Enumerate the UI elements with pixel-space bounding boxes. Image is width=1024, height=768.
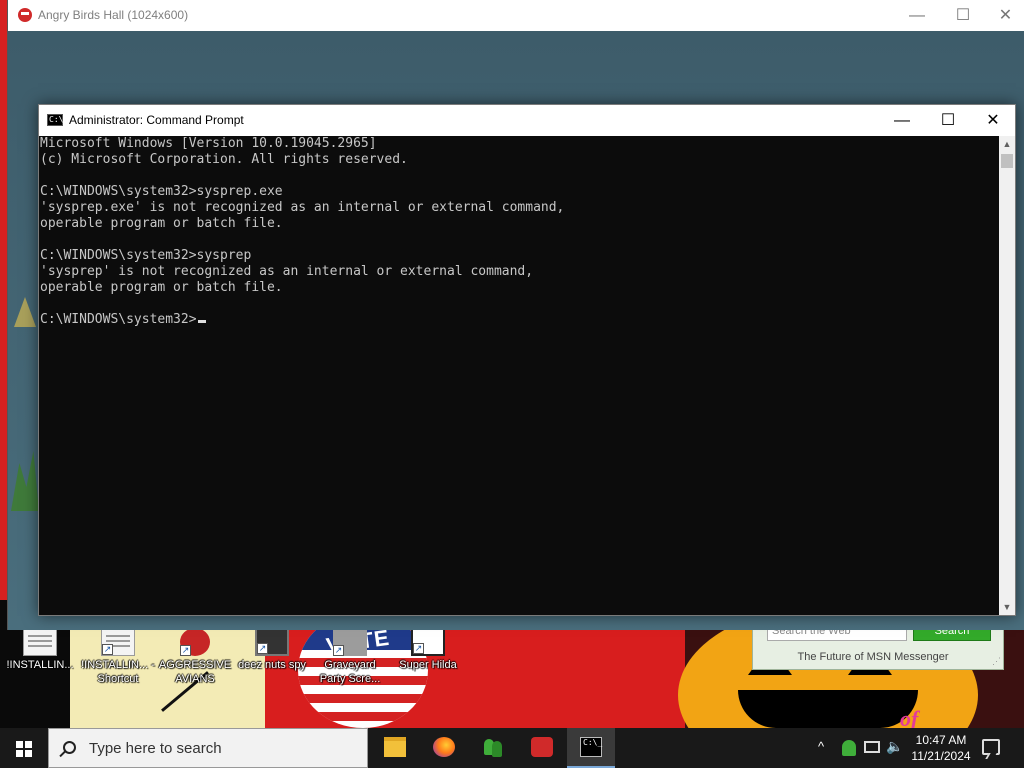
firefox-icon — [433, 737, 455, 757]
console-line: operable program or batch file. — [40, 216, 283, 231]
command-prompt-icon: C:\_ — [580, 737, 602, 757]
taskbar-search-placeholder: Type here to search — [89, 740, 222, 757]
cmd-console-output[interactable]: Microsoft Windows [Version 10.0.19045.29… — [39, 136, 999, 615]
document-icon — [23, 628, 57, 656]
app-icon: ↗ — [411, 628, 445, 656]
angry-birds-icon — [531, 737, 553, 757]
cmd-maximize-button[interactable]: ☐ — [925, 105, 971, 136]
taskbar-file-explorer[interactable] — [371, 728, 419, 768]
notification-center-icon[interactable] — [982, 739, 1000, 755]
desktop-icon-aggressive-avians[interactable]: ↗ AGGRESSIVE AVIANS — [155, 628, 235, 686]
msn-tagline: The Future of MSN Messenger — [797, 651, 949, 663]
network-icon[interactable] — [864, 741, 880, 753]
game-foliage — [11, 451, 39, 511]
desktop-icon-label: Graveyard Party Scre... — [319, 659, 381, 685]
taskbar-command-prompt[interactable]: C:\_ — [567, 728, 615, 768]
cmd-titlebar[interactable]: C:\_ Administrator: Command Prompt — ☐ ✕ — [39, 105, 1015, 136]
cmd-window-title: Administrator: Command Prompt — [69, 113, 244, 127]
clock-date: 11/21/2024 — [911, 749, 971, 763]
desktop-icon-graveyard-party[interactable]: ↗ Graveyard Party Scre... — [310, 628, 390, 686]
console-line: 'sysprep' is not recognized as an intern… — [40, 264, 534, 279]
console-line: operable program or batch file. — [40, 280, 283, 295]
angry-bird-icon: ↗ — [180, 628, 210, 656]
text-cursor — [197, 320, 206, 323]
desktop-icon-label: Super Hilda — [399, 659, 457, 671]
shortcut-arrow-icon: ↗ — [257, 643, 268, 654]
desktop-icon-installing[interactable]: !INSTALLIN... — [0, 628, 80, 672]
console-line: C:\WINDOWS\system32>sysprep.exe — [40, 184, 283, 199]
folder-icon — [384, 737, 406, 757]
console-prompt: C:\WINDOWS\system32> — [40, 312, 197, 327]
search-icon — [63, 741, 76, 754]
shortcut-arrow-icon: ↗ — [413, 643, 424, 654]
console-line: C:\WINDOWS\system32>sysprep — [40, 248, 252, 263]
windows-logo-icon — [16, 741, 32, 757]
desktop-icon-label: !INSTALLIN... - Shortcut — [81, 659, 155, 685]
cmd-close-button[interactable]: ✕ — [971, 105, 1015, 136]
taskbar-angry-birds[interactable] — [518, 728, 566, 768]
scroll-down-arrow-icon[interactable]: ▼ — [999, 599, 1015, 615]
desktop-icon-installing-shortcut[interactable]: ↗ !INSTALLIN... - Shortcut — [78, 628, 158, 686]
start-button[interactable] — [0, 728, 48, 768]
game-titlebar[interactable]: Angry Birds Hall (1024x600) — ☐ ✕ — [8, 0, 1024, 31]
game-window-title: Angry Birds Hall (1024x600) — [38, 8, 189, 22]
shortcut-arrow-icon: ↗ — [180, 645, 191, 656]
wallpaper-text: of — [900, 706, 919, 728]
angry-birds-app-icon — [18, 8, 32, 22]
desktop-icon-super-hilda[interactable]: ↗ Super Hilda — [388, 628, 468, 672]
scrollbar-thumb[interactable] — [1001, 154, 1013, 168]
resize-grip-icon[interactable]: ⋰ — [992, 656, 1001, 667]
game-sprite — [14, 297, 36, 327]
game-close-button[interactable]: ✕ — [986, 0, 1024, 31]
shortcut-arrow-icon: ↗ — [102, 644, 113, 655]
volume-icon[interactable]: 🔈 — [886, 738, 903, 755]
taskbar-search-box[interactable]: Type here to search — [48, 728, 368, 768]
clock-time: 10:47 AM — [915, 733, 967, 747]
console-line: (c) Microsoft Corporation. All rights re… — [40, 152, 408, 167]
desktop-icon-label: AGGRESSIVE AVIANS — [158, 659, 232, 685]
game-minimize-button[interactable]: — — [894, 0, 940, 31]
console-prompt-line[interactable]: C:\WINDOWS\system32> — [40, 312, 999, 328]
taskbar: Type here to search C:\_ ^ 🔈 10:47 AM 11… — [0, 728, 1024, 768]
system-tray: ^ 🔈 10:47 AM 11/21/2024 — [808, 728, 1024, 768]
document-icon: ↗ — [101, 628, 135, 656]
console-line: 'sysprep.exe' is not recognized as an in… — [40, 200, 565, 215]
shortcut-arrow-icon: ↗ — [333, 645, 344, 656]
cmd-minimize-button[interactable]: — — [879, 105, 925, 136]
command-prompt-window: C:\_ Administrator: Command Prompt — ☐ ✕… — [38, 104, 1016, 616]
desktop-icon-label: deez nuts spy — [238, 659, 306, 671]
console-line: Microsoft Windows [Version 10.0.19045.29… — [40, 136, 377, 151]
app-icon: ↗ — [333, 628, 367, 656]
scroll-up-arrow-icon[interactable]: ▲ — [999, 136, 1015, 152]
desktop-icon-deez-nuts-spy[interactable]: ↗ deez nuts spy — [232, 628, 312, 672]
tray-overflow-chevron-icon[interactable]: ^ — [818, 739, 824, 754]
command-prompt-icon: C:\_ — [47, 114, 69, 126]
desktop-icon-label: !INSTALLIN... — [6, 659, 74, 671]
taskbar-clock[interactable]: 10:47 AM 11/21/2024 — [908, 732, 974, 764]
msn-messenger-icon — [482, 737, 504, 757]
app-icon: ↗ — [255, 628, 289, 656]
taskbar-firefox[interactable] — [420, 728, 468, 768]
taskbar-msn-messenger[interactable] — [469, 728, 517, 768]
msn-tray-icon[interactable] — [842, 740, 856, 756]
cmd-scrollbar[interactable]: ▲ ▼ — [999, 136, 1015, 615]
game-maximize-button[interactable]: ☐ — [940, 0, 986, 31]
